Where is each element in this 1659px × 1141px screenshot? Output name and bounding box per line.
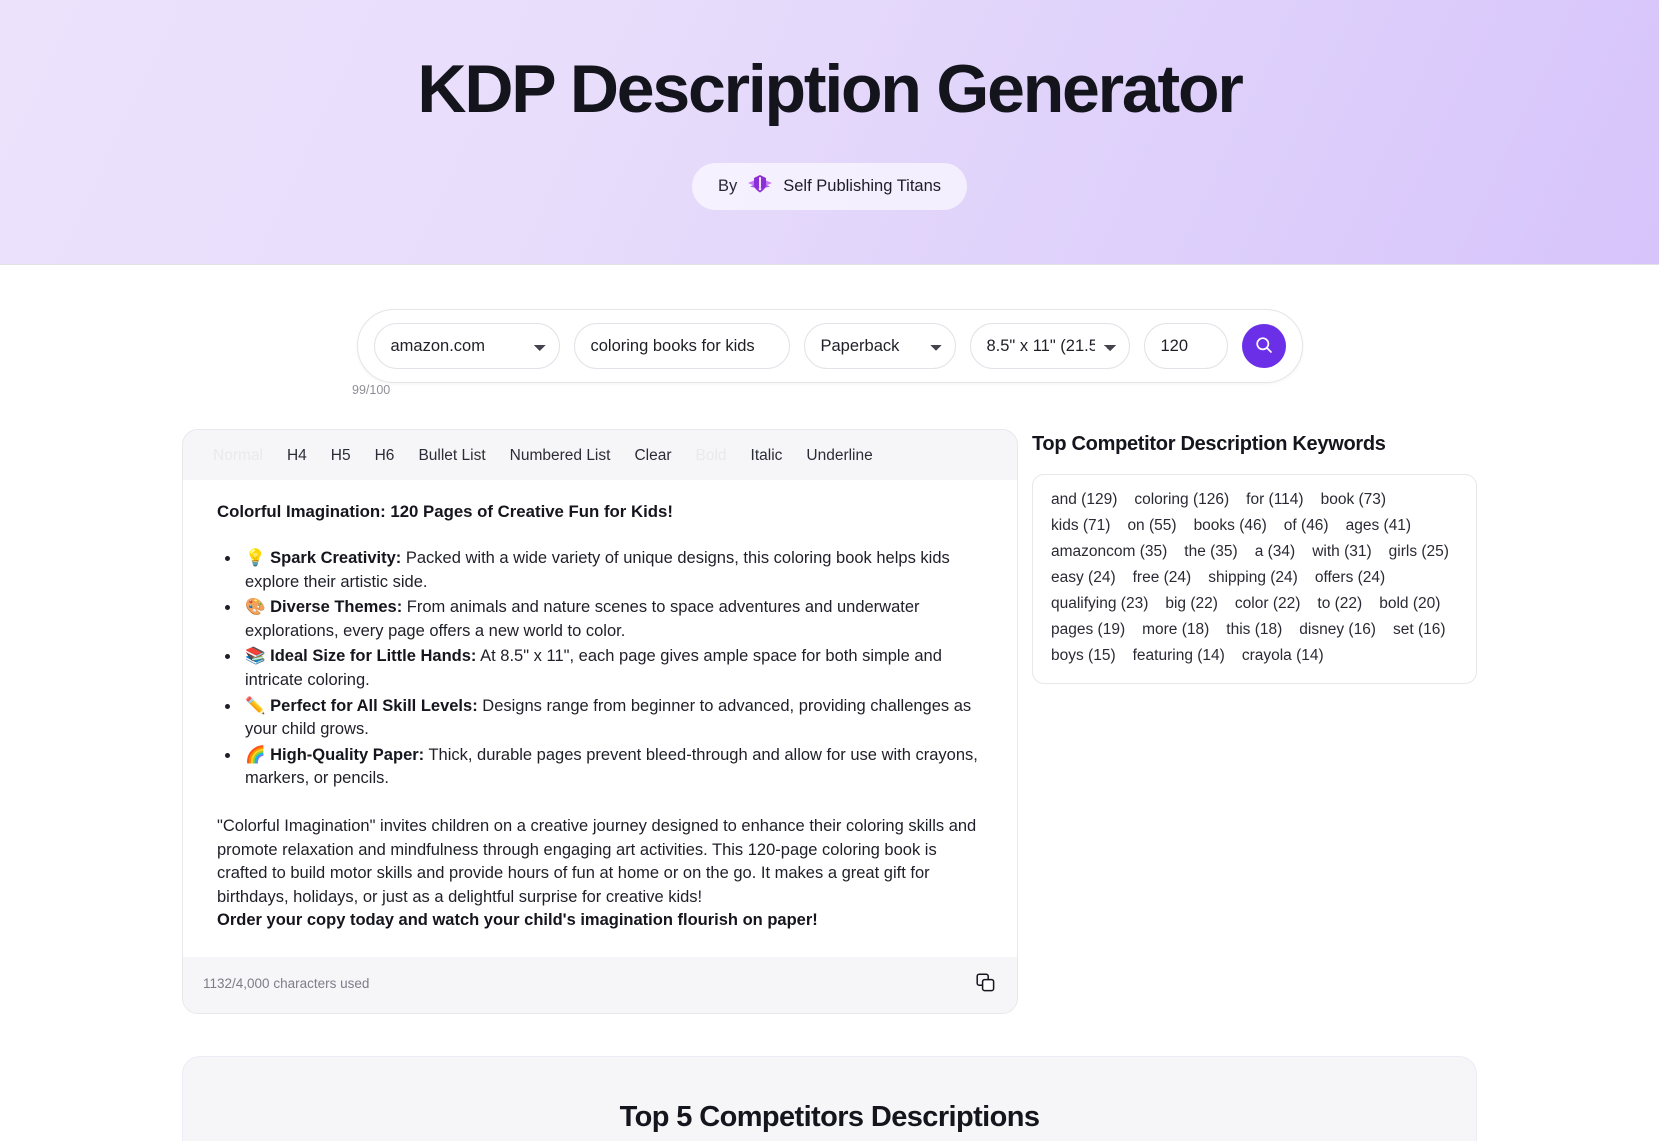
byline-name: Self Publishing Titans (783, 176, 942, 195)
page-header: KDP Description Generator By Self Publis… (0, 0, 1659, 265)
description-bullet-item: 🌈 High-Quality Paper: Thick, durable pag… (241, 743, 983, 791)
toolbar-button-italic[interactable]: Italic (739, 447, 795, 465)
keyword-item[interactable]: a (34) (1255, 543, 1296, 561)
page-title: KDP Description Generator (417, 50, 1243, 127)
keyword-item[interactable]: featuring (14) (1133, 647, 1225, 665)
bullet-heading: Ideal Size for Little Hands: (270, 647, 477, 666)
bullet-heading: High-Quality Paper: (270, 745, 425, 764)
bullet-emoji-icon: ✏️ (245, 695, 266, 715)
description-bullet-list: 💡 Spark Creativity: Packed with a wide v… (217, 546, 983, 791)
copy-icon (976, 973, 995, 995)
keyword-item[interactable]: pages (19) (1051, 621, 1125, 639)
keyword-item[interactable]: for (114) (1246, 491, 1303, 509)
toolbar-button-normal[interactable]: Normal (201, 447, 275, 465)
keyword-item[interactable]: more (18) (1142, 621, 1209, 639)
keyword-item[interactable]: this (18) (1226, 621, 1282, 639)
bullet-heading: Spark Creativity: (270, 549, 402, 568)
trim-size-select[interactable]: 8.5" x 11" (21.5 (969, 323, 1130, 369)
winged-shield-logo-icon (747, 174, 773, 199)
keywords-heading: Top Competitor Description Keywords (1032, 433, 1386, 455)
keyword-item[interactable]: girls (25) (1389, 543, 1449, 561)
keyword-item[interactable]: book (73) (1321, 491, 1386, 509)
keyword-item[interactable]: shipping (24) (1208, 569, 1298, 587)
keyword-item[interactable]: color (22) (1235, 595, 1300, 613)
keyword-item[interactable]: of (46) (1284, 517, 1329, 535)
keyword-char-counter: 99/100 (352, 383, 391, 397)
keyword-item[interactable]: disney (16) (1299, 621, 1376, 639)
keyword-item[interactable]: big (22) (1165, 595, 1218, 613)
copy-button[interactable] (974, 971, 997, 997)
byline-badge: By Self Publishing Titans (691, 162, 968, 210)
keyword-item[interactable]: kids (71) (1051, 517, 1110, 535)
description-editor-body[interactable]: Colorful Imagination: 120 Pages of Creat… (195, 480, 1005, 957)
search-button[interactable] (1241, 324, 1286, 368)
description-paragraph: "Colorful Imagination" invites children … (217, 816, 977, 906)
bullet-emoji-icon: 🎨 (245, 597, 266, 617)
keyword-item[interactable]: boys (15) (1051, 647, 1116, 665)
keyword-item[interactable]: coloring (126) (1134, 491, 1229, 509)
page-count-input[interactable] (1143, 323, 1228, 369)
marketplace-select[interactable]: amazon.com (373, 323, 560, 369)
keyword-item[interactable]: bold (20) (1379, 595, 1440, 613)
description-bullet-item: 💡 Spark Creativity: Packed with a wide v… (241, 546, 983, 594)
bullet-heading: Diverse Themes: (270, 598, 403, 617)
description-title: Colorful Imagination: 120 Pages of Creat… (217, 502, 673, 521)
keywords-box: and (129) coloring (126) for (114) book (73… (1032, 474, 1477, 684)
bullet-heading: Perfect for All Skill Levels: (270, 696, 478, 715)
description-bullet-item: 🎨 Diverse Themes: From animals and natur… (241, 595, 983, 643)
toolbar-button-numbered-list[interactable]: Numbered List (498, 447, 623, 465)
keyword-item[interactable]: amazoncom (35) (1051, 543, 1167, 561)
toolbar-button-h6[interactable]: H6 (363, 447, 407, 465)
editor-footer: 1132/4,000 characters used (183, 956, 1017, 1013)
byline-label: By (717, 176, 738, 195)
keyword-item[interactable]: and (129) (1051, 491, 1117, 509)
description-bullet-item: ✏️ Perfect for All Skill Levels: Designs… (241, 694, 983, 742)
bullet-emoji-icon: 💡 (245, 548, 266, 568)
competitors-title: Top 5 Competitors Descriptions (619, 1100, 1040, 1133)
description-editor-card: Normal H4 H5 H6 Bullet List Numbered List Clea… (182, 429, 1018, 1014)
keyword-item[interactable]: on (55) (1127, 517, 1176, 535)
search-bar: amazon.com Paperback 8.5" x 11" (21.5 (356, 309, 1303, 383)
editor-toolbar: Normal H4 H5 H6 Bullet List Numbered List Clea… (183, 430, 1017, 480)
keyword-item[interactable]: offers (24) (1315, 569, 1385, 587)
character-counter: 1132/4,000 characters used (203, 976, 370, 992)
keyword-item[interactable]: set (16) (1393, 621, 1446, 639)
keyword-input[interactable] (573, 323, 790, 369)
main-content: Normal H4 H5 H6 Bullet List Numbered List Clea… (0, 429, 1659, 1014)
keyword-item[interactable]: the (35) (1184, 543, 1237, 561)
keyword-item[interactable]: to (22) (1317, 595, 1362, 613)
bullet-emoji-icon: 📚 (245, 646, 266, 666)
description-cta: Order your copy today and watch your chi… (217, 911, 818, 930)
search-icon (1254, 335, 1274, 358)
keyword-item[interactable]: qualifying (23) (1051, 595, 1148, 613)
toolbar-button-h5[interactable]: H5 (319, 447, 363, 465)
search-section: amazon.com Paperback 8.5" x 11" (21.5 99… (0, 309, 1659, 397)
toolbar-button-clear[interactable]: Clear (622, 447, 683, 465)
keyword-item[interactable]: ages (41) (1346, 517, 1411, 535)
toolbar-button-h4[interactable]: H4 (275, 447, 319, 465)
toolbar-button-bold[interactable]: Bold (683, 447, 738, 465)
toolbar-button-bullet-list[interactable]: Bullet List (406, 447, 497, 465)
keywords-section: Top Competitor Description Keywords and … (1032, 429, 1477, 684)
keyword-item[interactable]: with (31) (1312, 543, 1371, 561)
keyword-item[interactable]: easy (24) (1051, 569, 1116, 587)
keyword-item[interactable]: free (24) (1133, 569, 1192, 587)
keyword-item[interactable]: crayola (14) (1242, 647, 1324, 665)
keyword-item[interactable]: books (46) (1194, 517, 1267, 535)
description-bullet-item: 📚 Ideal Size for Little Hands: At 8.5" x… (241, 644, 983, 692)
competitors-section: Top 5 Competitors Descriptions Simple an… (182, 1055, 1477, 1141)
toolbar-button-underline[interactable]: Underline (794, 447, 884, 465)
bullet-emoji-icon: 🌈 (245, 744, 266, 764)
format-select[interactable]: Paperback (803, 323, 956, 369)
